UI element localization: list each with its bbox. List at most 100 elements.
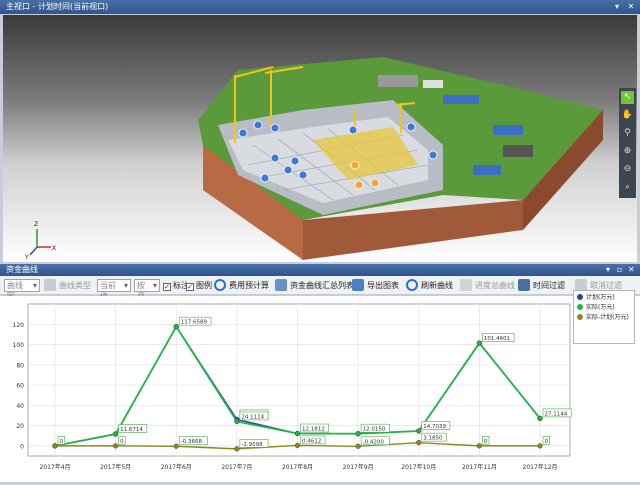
export-chart-label: 导出图表 bbox=[367, 281, 399, 290]
panel-title: 资金曲线 bbox=[6, 265, 38, 274]
close-icon[interactable]: ✕ bbox=[628, 264, 635, 276]
data-point bbox=[294, 430, 301, 437]
data-point bbox=[416, 428, 422, 434]
time-filter-button[interactable]: 时间过滤 bbox=[518, 279, 565, 292]
data-point bbox=[113, 443, 119, 449]
checkbox-checked-icon: ✓ bbox=[186, 283, 194, 291]
y-tick-label: 40 bbox=[16, 403, 24, 410]
data-point bbox=[537, 443, 543, 449]
data-point bbox=[113, 431, 119, 437]
y-tick-label: 120 bbox=[13, 322, 25, 329]
chevron-down-icon: ▾ bbox=[152, 281, 157, 290]
funds-chart-area: 0 20 40 60 80 100 120 2017年4月 2017年5月 2017年6月 2017… bbox=[0, 296, 640, 482]
curve-type-icon bbox=[44, 279, 56, 291]
period-select[interactable]: 按月▾ bbox=[134, 279, 160, 301]
float-icon[interactable]: ▫ bbox=[617, 264, 622, 276]
y-tick-label: 100 bbox=[13, 342, 25, 349]
export-icon bbox=[352, 279, 364, 291]
data-label: 101.4601 bbox=[484, 336, 510, 342]
select-arrow-icon[interactable]: ↖ bbox=[621, 91, 634, 104]
zoom-in-icon[interactable]: ⊕ bbox=[621, 145, 634, 158]
legend-item-actual: 实际(万元) bbox=[577, 303, 631, 313]
y-tick-label: 60 bbox=[16, 383, 24, 390]
value-select[interactable]: 当前值▾ bbox=[97, 279, 131, 301]
legend-marker bbox=[577, 304, 583, 310]
data-point bbox=[537, 415, 543, 421]
data-label: 12.1812 bbox=[302, 427, 325, 433]
cost-budget-label: 费用预计算 bbox=[229, 281, 269, 290]
data-point bbox=[234, 418, 240, 425]
walk-icon[interactable]: ⚲ bbox=[621, 127, 634, 140]
data-label: 27.1144 bbox=[545, 411, 568, 417]
chart-toolbar: 曲线图▾ 曲线类型 当前值▾ 按月▾ ✓标注 ✓图例 费用预计算 资金曲线汇总列… bbox=[0, 276, 640, 301]
data-point bbox=[52, 443, 58, 449]
data-point bbox=[416, 440, 422, 446]
data-point bbox=[173, 443, 179, 449]
clear-filter-label: 取消过滤 bbox=[590, 281, 622, 290]
zoom-fit-icon[interactable]: ⌕ bbox=[621, 181, 634, 194]
refresh-cycle-icon bbox=[214, 279, 226, 291]
data-label: -0.4200 bbox=[363, 439, 385, 445]
view-select[interactable]: 曲线图▾ bbox=[4, 279, 40, 301]
data-label: 14.7039 bbox=[423, 424, 446, 430]
panel-title-bar: 资金曲线 ▾ ▫ ✕ bbox=[0, 264, 640, 276]
data-point bbox=[476, 340, 482, 346]
x-tick-label: 2017年7月 bbox=[221, 463, 252, 471]
x-tick-label: 2017年9月 bbox=[343, 463, 374, 471]
summary-list-button[interactable]: 资金曲线汇总列表 bbox=[275, 279, 354, 292]
legend-item-plan: 计划(万元) bbox=[577, 293, 631, 303]
dropdown-icon[interactable]: ▾ bbox=[612, 0, 622, 14]
export-chart-button[interactable]: 导出图表 bbox=[352, 279, 399, 292]
data-label: 0 bbox=[545, 439, 549, 445]
close-icon[interactable]: ✕ bbox=[626, 0, 636, 14]
data-label: 3.1850 bbox=[423, 436, 443, 442]
schedule-curve-icon bbox=[460, 279, 472, 291]
scene-navigation-toolbar: ↖ ✋ ⚲ ⊕ ⊖ ⌕ bbox=[619, 88, 636, 198]
data-point bbox=[355, 443, 361, 449]
legend-marker bbox=[577, 294, 583, 300]
checkbox-checked-icon: ✓ bbox=[163, 283, 171, 291]
dropdown-icon[interactable]: ▾ bbox=[606, 264, 610, 276]
data-label: 0 bbox=[120, 439, 124, 445]
3d-viewport[interactable]: Z X Y ↖ ✋ ⚲ ⊕ ⊖ ⌕ bbox=[3, 15, 637, 262]
y-tick-label: 20 bbox=[16, 423, 24, 430]
y-tick-label: 0 bbox=[20, 443, 24, 450]
chevron-down-icon: ▾ bbox=[32, 281, 37, 290]
hand-pan-icon[interactable]: ✋ bbox=[621, 109, 634, 122]
data-label: 12.0150 bbox=[363, 427, 386, 433]
viewport-title-bar: 主视口 - 计划时间(当前视口) ▾ ✕ bbox=[0, 0, 640, 14]
funds-line-chart: 0 20 40 60 80 100 120 2017年4月 2017年5月 2017年6月 2017… bbox=[13, 303, 572, 471]
data-point bbox=[355, 431, 361, 437]
data-label: 0 bbox=[484, 439, 488, 445]
legend-label: 计划(万元) bbox=[586, 294, 615, 301]
data-point bbox=[294, 442, 301, 448]
chart-legend: 计划(万元) 实际(万元) 实际-计划(万元) bbox=[573, 290, 635, 344]
table-icon bbox=[275, 279, 287, 291]
filter-icon bbox=[518, 279, 530, 291]
refresh-icon bbox=[406, 279, 418, 291]
chevron-down-icon: ▾ bbox=[123, 281, 128, 290]
data-label: 24.1114 bbox=[241, 414, 264, 420]
x-tick-label: 2017年8月 bbox=[282, 463, 313, 471]
legend-checkbox[interactable]: ✓ 图例 bbox=[186, 279, 212, 292]
x-tick-label: 2017年5月 bbox=[100, 463, 131, 471]
x-tick-label: 2017年12月 bbox=[523, 463, 558, 471]
legend-marker bbox=[577, 314, 583, 320]
zoom-out-icon[interactable]: ⊖ bbox=[621, 163, 634, 176]
refresh-curve-button[interactable]: 刷新曲线 bbox=[406, 279, 453, 292]
cost-budget-button[interactable]: 费用预计算 bbox=[214, 279, 269, 292]
legend-label: 实际(万元) bbox=[586, 304, 615, 311]
y-tick-label: 80 bbox=[16, 362, 24, 369]
schedule-curve-label: 进度总曲线 bbox=[475, 281, 515, 290]
refresh-curve-label: 刷新曲线 bbox=[421, 281, 453, 290]
curve-type-button[interactable]: 曲线类型 bbox=[44, 279, 91, 292]
axis-z-label: Z bbox=[34, 221, 38, 228]
data-point bbox=[173, 324, 179, 330]
data-point bbox=[234, 446, 240, 452]
schedule-curve-button[interactable]: 进度总曲线 bbox=[460, 279, 515, 292]
x-tick-label: 2017年6月 bbox=[161, 463, 192, 471]
x-tick-label: 2017年10月 bbox=[401, 463, 436, 471]
data-label: 0.4612 bbox=[302, 438, 321, 444]
data-label: 11.6714 bbox=[120, 427, 143, 433]
data-point bbox=[476, 443, 482, 449]
